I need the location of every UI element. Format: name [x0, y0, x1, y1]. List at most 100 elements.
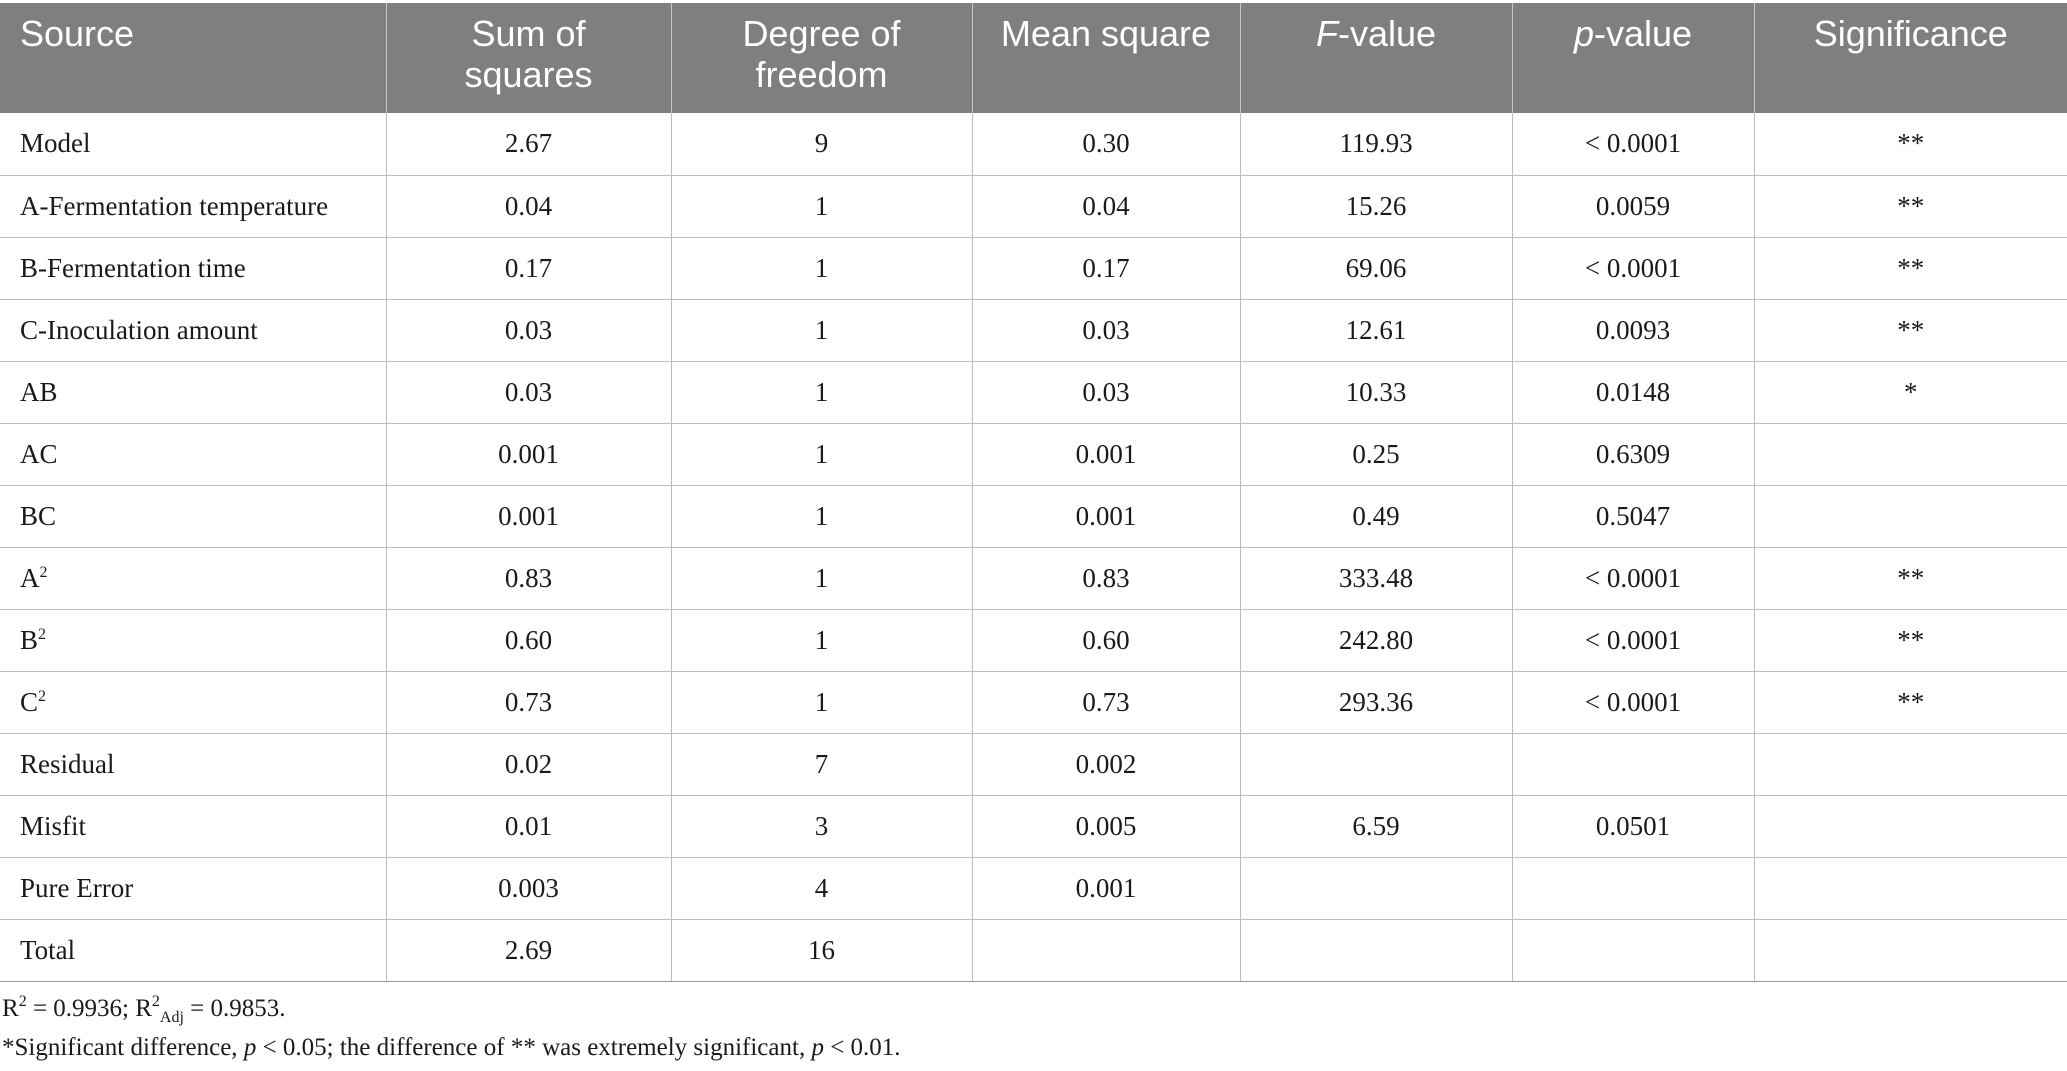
- cell-significance: **: [1753, 671, 2067, 734]
- cell-significance: [1753, 857, 2067, 920]
- cell-source: C-Inoculation amount: [0, 299, 386, 362]
- cell-f-value: [1239, 919, 1512, 982]
- cell-f-value: [1239, 857, 1512, 920]
- table-body: Model 2.67 9 0.30 119.93 < 0.0001 ** A-Fermenta…: [0, 113, 2067, 982]
- header-significance: Significance: [1753, 3, 2067, 113]
- cell-source: AC: [0, 423, 386, 486]
- table-row: Total 2.69 16: [0, 919, 2067, 982]
- cell-source: A2: [0, 547, 386, 610]
- header-f-value: F-value: [1239, 3, 1512, 113]
- cell-f-value: 119.93: [1239, 113, 1512, 176]
- cell-significance: **: [1753, 547, 2067, 610]
- cell-sum-of-squares: 0.001: [385, 485, 671, 548]
- cell-f-value: [1239, 733, 1512, 796]
- cell-mean-square: 0.03: [971, 299, 1240, 362]
- cell-f-value: 293.36: [1239, 671, 1512, 734]
- footnote-r-squared: R2 = 0.9936; R2Adj = 0.9853.: [2, 993, 286, 1026]
- header-p-value: p-value: [1511, 3, 1754, 113]
- table-row: Misfit 0.01 3 0.005 6.59 0.0501: [0, 795, 2067, 858]
- cell-p-value: < 0.0001: [1511, 547, 1754, 610]
- cell-p-value: < 0.0001: [1511, 609, 1754, 672]
- cell-mean-square: 0.001: [971, 857, 1240, 920]
- footnote-significance: *Significant difference, p < 0.05; the d…: [2, 1034, 901, 1061]
- cell-f-value: 333.48: [1239, 547, 1512, 610]
- cell-significance: **: [1753, 237, 2067, 300]
- table-header: Source Sum of squares Degree of freedom Me…: [0, 3, 2067, 113]
- cell-mean-square: 0.005: [971, 795, 1240, 858]
- cell-source: B2: [0, 609, 386, 672]
- table-row: B-Fermentation time 0.17 1 0.17 69.06 < 0.000…: [0, 237, 2067, 300]
- cell-p-value: 0.0059: [1511, 175, 1754, 238]
- cell-significance: *: [1753, 361, 2067, 424]
- cell-sum-of-squares: 0.17: [385, 237, 671, 300]
- cell-mean-square: 0.001: [971, 423, 1240, 486]
- cell-degree-of-freedom: 3: [670, 795, 972, 858]
- cell-p-value: 0.0148: [1511, 361, 1754, 424]
- cell-p-value: < 0.0001: [1511, 113, 1754, 176]
- table-row: Residual 0.02 7 0.002: [0, 733, 2067, 796]
- cell-f-value: 6.59: [1239, 795, 1512, 858]
- cell-significance: [1753, 919, 2067, 982]
- cell-mean-square: 0.30: [971, 113, 1240, 176]
- table-row: Pure Error 0.003 4 0.001: [0, 857, 2067, 920]
- cell-source: Residual: [0, 733, 386, 796]
- cell-sum-of-squares: 0.001: [385, 423, 671, 486]
- cell-p-value: 0.5047: [1511, 485, 1754, 548]
- cell-degree-of-freedom: 1: [670, 175, 972, 238]
- cell-sum-of-squares: 2.67: [385, 113, 671, 176]
- cell-sum-of-squares: 0.73: [385, 671, 671, 734]
- table-row: AC 0.001 1 0.001 0.25 0.6309: [0, 423, 2067, 486]
- cell-p-value: 0.6309: [1511, 423, 1754, 486]
- cell-p-value: [1511, 857, 1754, 920]
- cell-p-value: < 0.0001: [1511, 237, 1754, 300]
- table-row: A2 0.83 1 0.83 333.48 < 0.0001 **: [0, 547, 2067, 610]
- cell-significance: [1753, 795, 2067, 858]
- header-sum-of-squares: Sum of squares: [385, 3, 671, 113]
- cell-degree-of-freedom: 9: [670, 113, 972, 176]
- cell-mean-square: [971, 919, 1240, 982]
- cell-sum-of-squares: 0.83: [385, 547, 671, 610]
- cell-p-value: 0.0501: [1511, 795, 1754, 858]
- cell-degree-of-freedom: 1: [670, 361, 972, 424]
- cell-mean-square: 0.04: [971, 175, 1240, 238]
- header-source: Source: [0, 3, 386, 113]
- cell-significance: [1753, 485, 2067, 548]
- cell-degree-of-freedom: 1: [670, 609, 972, 672]
- cell-f-value: 69.06: [1239, 237, 1512, 300]
- cell-sum-of-squares: 0.03: [385, 361, 671, 424]
- cell-degree-of-freedom: 4: [670, 857, 972, 920]
- anova-table: Source Sum of squares Degree of freedom Me…: [0, 3, 2067, 982]
- cell-sum-of-squares: 0.60: [385, 609, 671, 672]
- cell-sum-of-squares: 0.02: [385, 733, 671, 796]
- cell-f-value: 10.33: [1239, 361, 1512, 424]
- cell-mean-square: 0.001: [971, 485, 1240, 548]
- cell-f-value: 15.26: [1239, 175, 1512, 238]
- cell-source: Misfit: [0, 795, 386, 858]
- cell-significance: [1753, 423, 2067, 486]
- cell-f-value: 242.80: [1239, 609, 1512, 672]
- header-degree-of-freedom: Degree of freedom: [670, 3, 972, 113]
- cell-source: BC: [0, 485, 386, 548]
- cell-degree-of-freedom: 1: [670, 547, 972, 610]
- cell-mean-square: 0.60: [971, 609, 1240, 672]
- cell-sum-of-squares: 2.69: [385, 919, 671, 982]
- cell-degree-of-freedom: 16: [670, 919, 972, 982]
- table-row: C2 0.73 1 0.73 293.36 < 0.0001 **: [0, 671, 2067, 734]
- cell-sum-of-squares: 0.04: [385, 175, 671, 238]
- cell-significance: **: [1753, 175, 2067, 238]
- cell-significance: [1753, 733, 2067, 796]
- cell-p-value: [1511, 919, 1754, 982]
- cell-degree-of-freedom: 1: [670, 237, 972, 300]
- header-mean-square: Mean square: [971, 3, 1240, 113]
- table-row: AB 0.03 1 0.03 10.33 0.0148 *: [0, 361, 2067, 424]
- cell-significance: **: [1753, 299, 2067, 362]
- cell-mean-square: 0.83: [971, 547, 1240, 610]
- cell-p-value: < 0.0001: [1511, 671, 1754, 734]
- cell-mean-square: 0.73: [971, 671, 1240, 734]
- cell-degree-of-freedom: 1: [670, 671, 972, 734]
- cell-f-value: 12.61: [1239, 299, 1512, 362]
- cell-p-value: [1511, 733, 1754, 796]
- cell-p-value: 0.0093: [1511, 299, 1754, 362]
- cell-sum-of-squares: 0.03: [385, 299, 671, 362]
- cell-degree-of-freedom: 7: [670, 733, 972, 796]
